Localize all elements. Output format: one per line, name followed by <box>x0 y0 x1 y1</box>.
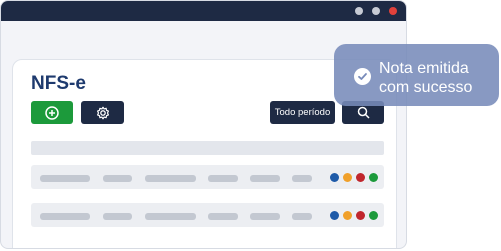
page-title: NFS-e <box>31 73 86 94</box>
cell-placeholder <box>208 175 238 182</box>
status-dot <box>369 173 378 182</box>
status-dot <box>343 211 352 220</box>
table-row[interactable] <box>31 165 384 189</box>
status-dot <box>330 211 339 220</box>
cell-placeholder <box>103 213 132 220</box>
cell-placeholder <box>103 175 132 182</box>
cell-placeholder <box>145 175 196 182</box>
title-bar <box>1 1 406 21</box>
cell-placeholder <box>250 213 280 220</box>
window-control-dot[interactable] <box>355 7 363 15</box>
stage: NFS-e Todo período Nota emitida com suce… <box>0 0 501 251</box>
status-dot <box>343 173 352 182</box>
gear-icon <box>96 106 109 119</box>
cell-placeholder <box>40 213 90 220</box>
status-dot <box>356 173 365 182</box>
check-circle-icon <box>354 68 371 85</box>
window-control-dot[interactable] <box>372 7 380 15</box>
cell-placeholder <box>292 175 312 182</box>
cell-placeholder <box>208 213 238 220</box>
browser-window: NFS-e Todo período <box>0 0 407 249</box>
add-button[interactable] <box>31 101 73 124</box>
plus-circle-icon <box>45 105 59 120</box>
status-dot <box>356 211 365 220</box>
search-icon <box>357 106 370 119</box>
cell-placeholder <box>40 175 90 182</box>
table-row[interactable] <box>31 203 384 227</box>
toast-message: Nota emitida com sucesso <box>379 60 473 96</box>
cell-placeholder <box>250 175 280 182</box>
table-header <box>31 141 384 155</box>
period-filter-button[interactable]: Todo período <box>270 101 335 124</box>
settings-button[interactable] <box>81 101 124 124</box>
cell-placeholder <box>145 213 196 220</box>
success-toast: Nota emitida com sucesso <box>334 44 499 106</box>
close-window-dot[interactable] <box>389 7 397 15</box>
status-dot <box>330 173 339 182</box>
cell-placeholder <box>292 213 312 220</box>
status-dot <box>369 211 378 220</box>
